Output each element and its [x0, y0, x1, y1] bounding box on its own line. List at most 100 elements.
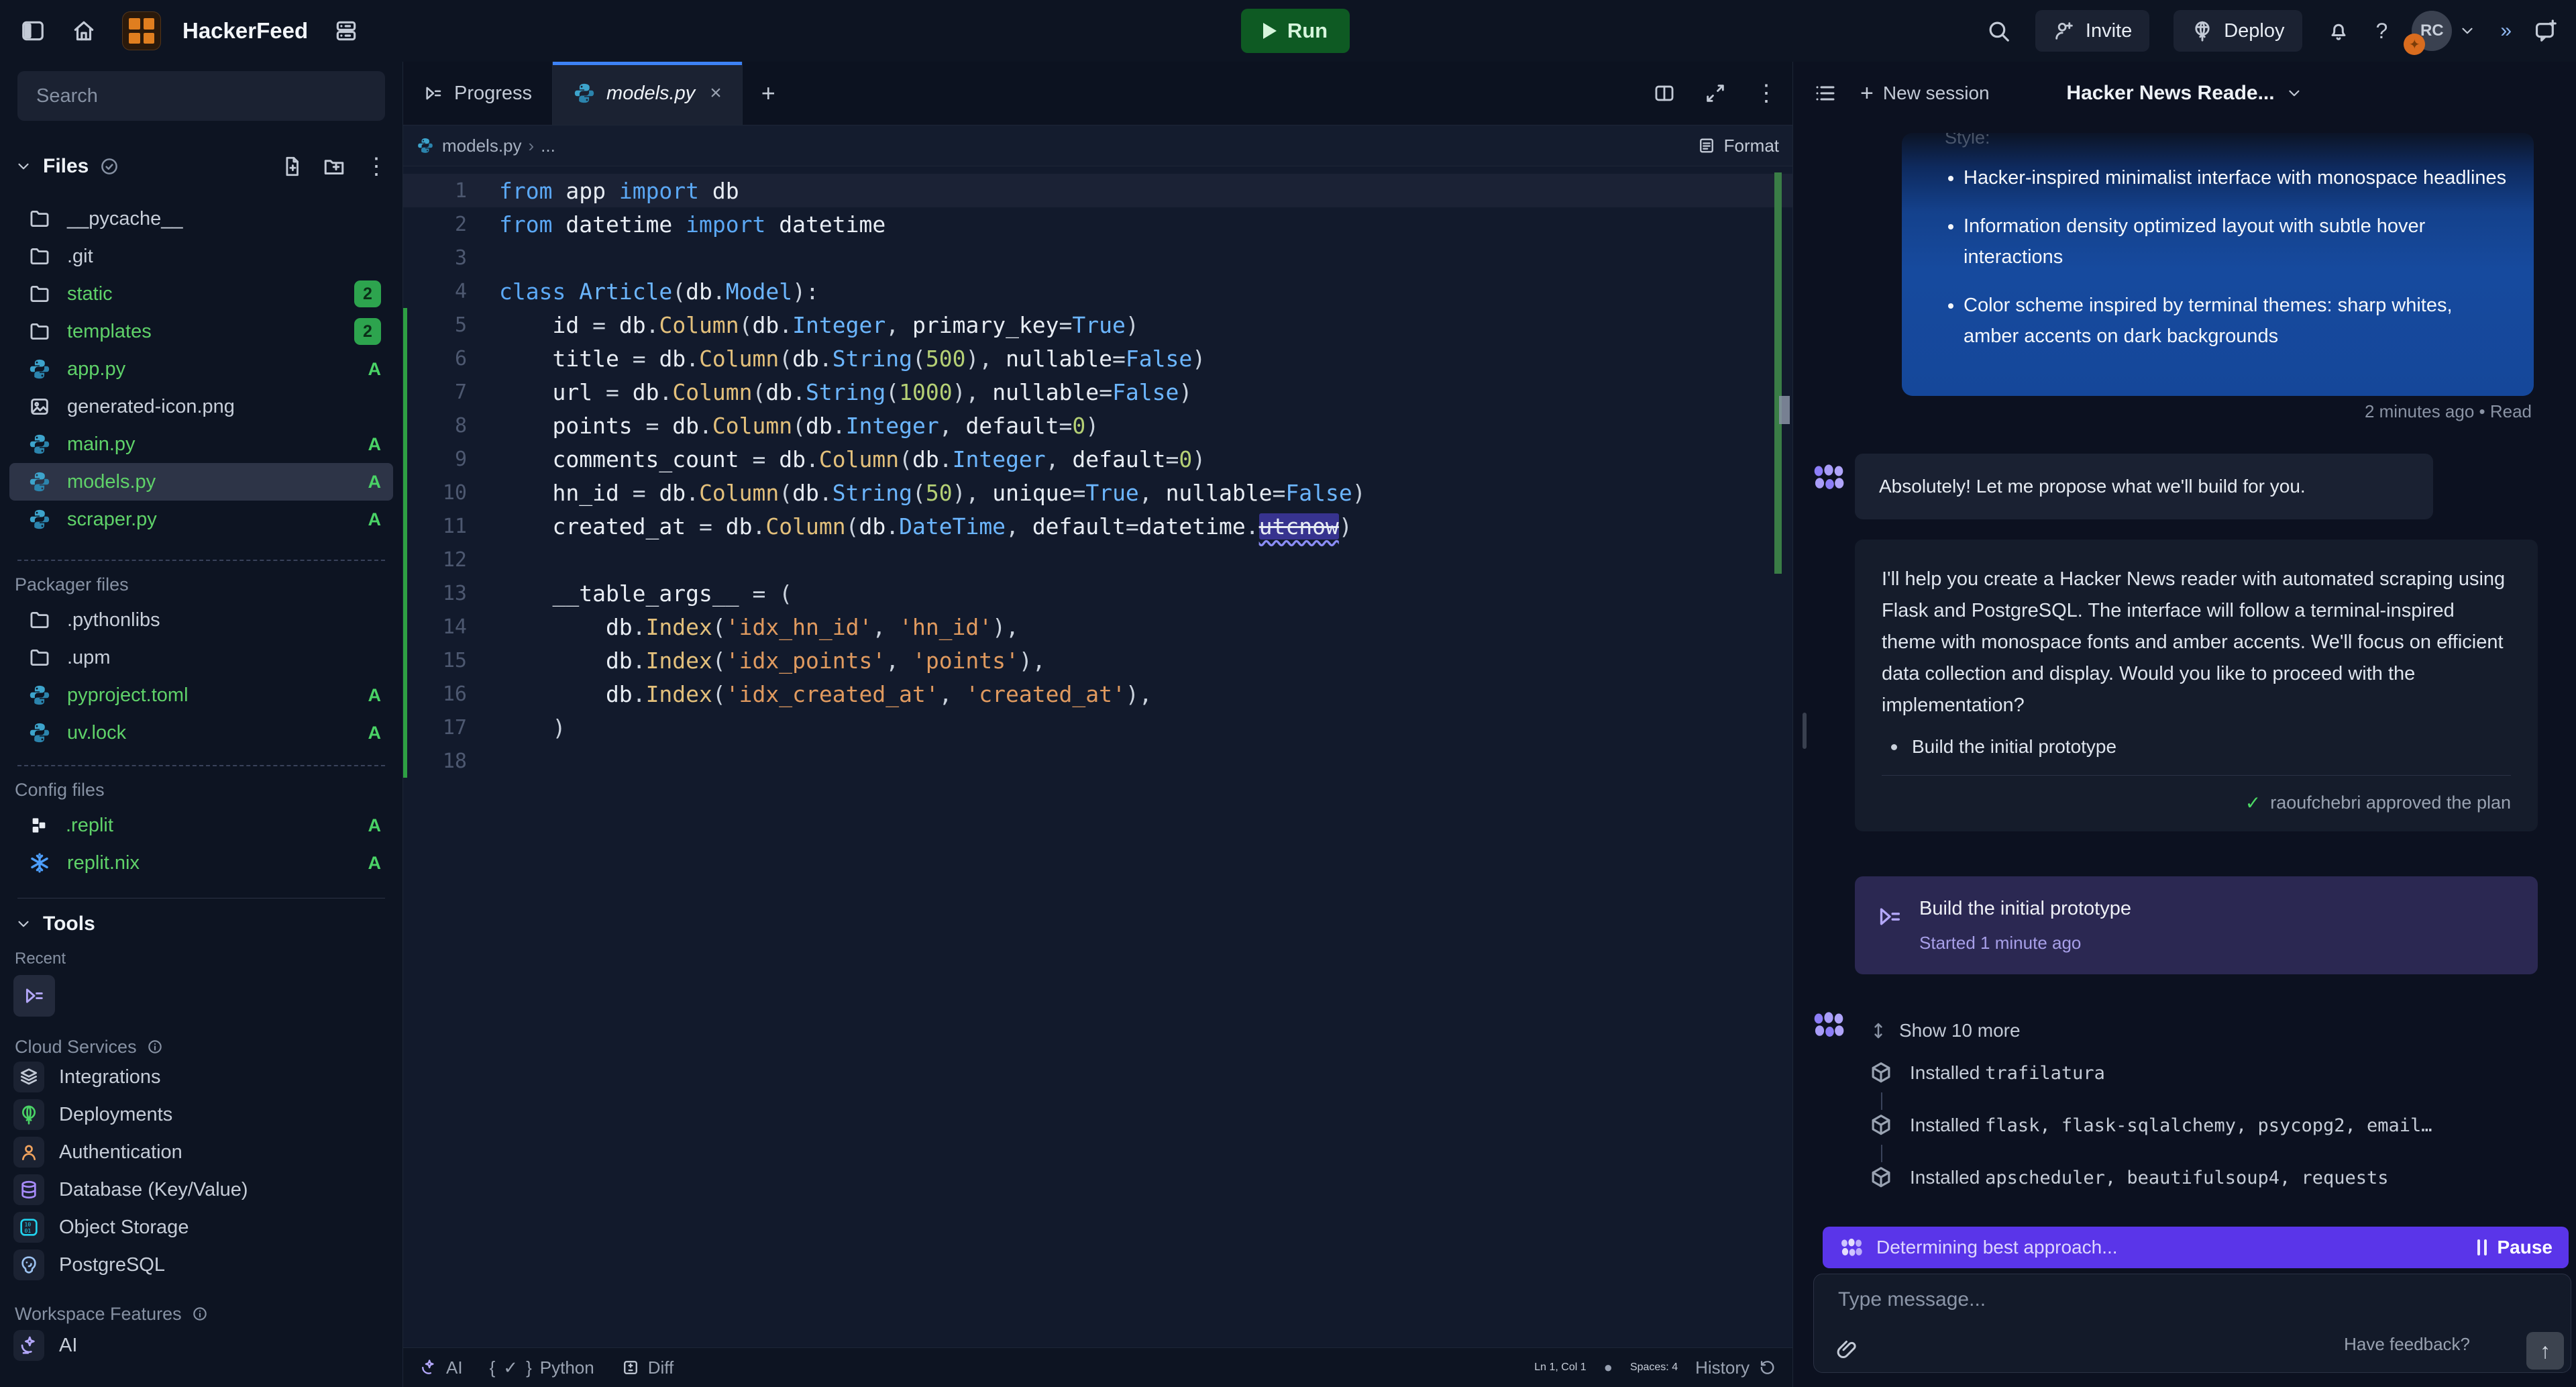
- code-line[interactable]: 2from datetime import datetime: [403, 207, 1792, 241]
- code-line[interactable]: 18: [403, 744, 1792, 778]
- split-editor-icon[interactable]: [1653, 82, 1676, 105]
- new-chat-icon[interactable]: [2533, 18, 2559, 44]
- files-menu-icon[interactable]: ⋮: [365, 155, 388, 178]
- code-line[interactable]: 17 ): [403, 711, 1792, 744]
- code-line[interactable]: 4class Article(db.Model):: [403, 274, 1792, 308]
- config-files-label: Config files: [0, 778, 402, 801]
- breadcrumb-more[interactable]: ...: [541, 136, 555, 156]
- status-diff[interactable]: Diff: [621, 1357, 674, 1378]
- code-line[interactable]: 12: [403, 543, 1792, 576]
- editor-menu-icon[interactable]: ⋮: [1755, 82, 1778, 105]
- feedback-link[interactable]: Have feedback?: [2344, 1334, 2470, 1355]
- file-row[interactable]: uv.lockA: [9, 714, 393, 752]
- file-row[interactable]: .replitA: [9, 807, 393, 844]
- file-row[interactable]: .git: [9, 238, 393, 275]
- file-row[interactable]: pyproject.tomlA: [9, 676, 393, 714]
- tab-models-py[interactable]: models.py ×: [553, 62, 743, 125]
- code-line[interactable]: 10 hn_id = db.Column(db.String(50), uniq…: [403, 476, 1792, 509]
- file-row[interactable]: templates2: [9, 313, 393, 350]
- close-tab-icon[interactable]: ×: [710, 82, 722, 105]
- deploy-button[interactable]: Deploy: [2174, 10, 2302, 52]
- session-title-dropdown[interactable]: Hacker News Reade...: [2066, 82, 2302, 105]
- invite-button[interactable]: Invite: [2035, 10, 2149, 52]
- file-row[interactable]: .upm: [9, 639, 393, 676]
- session-list-icon[interactable]: [1813, 81, 1837, 105]
- send-button[interactable]: ↑: [2526, 1332, 2564, 1370]
- agent-scrollbar-thumb[interactable]: [1803, 713, 1807, 749]
- repl-resources-icon[interactable]: [333, 18, 359, 44]
- message-input[interactable]: [1837, 1288, 2349, 1312]
- code-line[interactable]: 11 created_at = db.Column(db.DateTime, d…: [403, 509, 1792, 543]
- status-language[interactable]: {✓} Python: [490, 1357, 594, 1378]
- line-number: 7: [403, 380, 467, 404]
- file-row[interactable]: replit.nixA: [9, 844, 393, 882]
- new-folder-icon[interactable]: [322, 154, 346, 178]
- file-row[interactable]: generated-icon.png: [9, 388, 393, 425]
- new-file-icon[interactable]: [280, 155, 303, 178]
- recent-console-tool[interactable]: [13, 975, 55, 1017]
- code-line[interactable]: 1from app import db: [403, 174, 1792, 207]
- run-button[interactable]: Run: [1241, 9, 1350, 53]
- info-icon[interactable]: [191, 1305, 209, 1323]
- sidebar-toggle-icon[interactable]: [20, 18, 46, 44]
- editor-scrollbar-thumb[interactable]: [1779, 396, 1790, 424]
- files-header[interactable]: Files ⋮: [0, 148, 402, 185]
- help-icon[interactable]: ?: [2376, 19, 2388, 44]
- task-card[interactable]: Build the initial prototype Started 1 mi…: [1855, 876, 2538, 974]
- sidebar-item-object-storage[interactable]: 1001Object Storage: [0, 1209, 402, 1246]
- file-row[interactable]: app.pyA: [9, 350, 393, 388]
- file-row[interactable]: __pycache__: [9, 200, 393, 238]
- status-ai[interactable]: AI: [419, 1357, 463, 1378]
- breadcrumb-file[interactable]: models.py: [442, 136, 522, 156]
- indentation-setting[interactable]: Spaces: 4: [1630, 1362, 1678, 1374]
- sidebar-item-database-key-value-[interactable]: Database (Key/Value): [0, 1171, 402, 1209]
- sidebar-item-authentication[interactable]: Authentication: [0, 1133, 402, 1171]
- notifications-bell-icon[interactable]: [2326, 18, 2352, 44]
- file-row[interactable]: static2: [9, 275, 393, 313]
- pause-button[interactable]: Pause: [2477, 1237, 2553, 1258]
- expand-icon[interactable]: [1704, 82, 1727, 105]
- info-icon[interactable]: [146, 1038, 164, 1056]
- file-name: .replit: [66, 815, 113, 837]
- deploy-label: Deploy: [2224, 20, 2284, 42]
- diff-icon: [621, 1358, 640, 1377]
- file-row[interactable]: models.pyA: [9, 463, 393, 501]
- format-button[interactable]: Format: [1697, 136, 1779, 156]
- code-line[interactable]: 14 db.Index('idx_hn_id', 'hn_id'),: [403, 610, 1792, 644]
- tab-progress[interactable]: Progress: [403, 62, 553, 125]
- code-line[interactable]: 13 __table_args__ = (: [403, 576, 1792, 610]
- show-more-button[interactable]: Show 10 more: [1868, 1020, 2021, 1041]
- search-input[interactable]: [35, 85, 360, 108]
- code-line[interactable]: 7 url = db.Column(db.String(1000), nulla…: [403, 375, 1792, 409]
- new-session-button[interactable]: + New session: [1860, 81, 1990, 107]
- code-editor[interactable]: 1from app import db2from datetime import…: [403, 166, 1792, 1343]
- home-icon[interactable]: [71, 18, 97, 44]
- project-icon[interactable]: [122, 11, 161, 50]
- project-title[interactable]: HackerFeed: [182, 18, 308, 44]
- code-line[interactable]: 9 comments_count = db.Column(db.Integer,…: [403, 442, 1792, 476]
- history-button[interactable]: History: [1695, 1357, 1776, 1378]
- tools-header[interactable]: Tools: [0, 908, 402, 940]
- file-row[interactable]: scraper.pyA: [9, 501, 393, 538]
- cursor-position[interactable]: Ln 1, Col 1: [1534, 1362, 1586, 1374]
- sidebar-item-deployments[interactable]: Deployments: [0, 1096, 402, 1133]
- file-row[interactable]: .pythonlibs: [9, 601, 393, 639]
- code-line[interactable]: 6 title = db.Column(db.String(500), null…: [403, 342, 1792, 375]
- attach-file-icon[interactable]: [1835, 1337, 1860, 1362]
- account-menu[interactable]: RC ✦: [2412, 11, 2476, 51]
- code-line[interactable]: 16 db.Index('idx_created_at', 'created_a…: [403, 677, 1792, 711]
- sidebar-item-postgresql[interactable]: PostgreSQL: [0, 1246, 402, 1284]
- search-icon[interactable]: [1986, 18, 2011, 44]
- code-line[interactable]: 5 id = db.Column(db.Integer, primary_key…: [403, 308, 1792, 342]
- python-icon: [28, 684, 51, 707]
- code-line[interactable]: 15 db.Index('idx_points', 'points'),: [403, 644, 1792, 677]
- code-line[interactable]: 3: [403, 241, 1792, 274]
- new-tab-button[interactable]: +: [743, 62, 794, 125]
- message-meta[interactable]: 2 minutes ago • Read: [2365, 401, 2532, 422]
- sidebar-item-integrations[interactable]: Integrations: [0, 1058, 402, 1096]
- sidebar-search[interactable]: [17, 71, 385, 121]
- sidebar-item-ai[interactable]: AI: [0, 1327, 402, 1364]
- code-line[interactable]: 8 points = db.Column(db.Integer, default…: [403, 409, 1792, 442]
- file-row[interactable]: main.pyA: [9, 425, 393, 463]
- collapse-panel-icon[interactable]: »: [2500, 19, 2509, 42]
